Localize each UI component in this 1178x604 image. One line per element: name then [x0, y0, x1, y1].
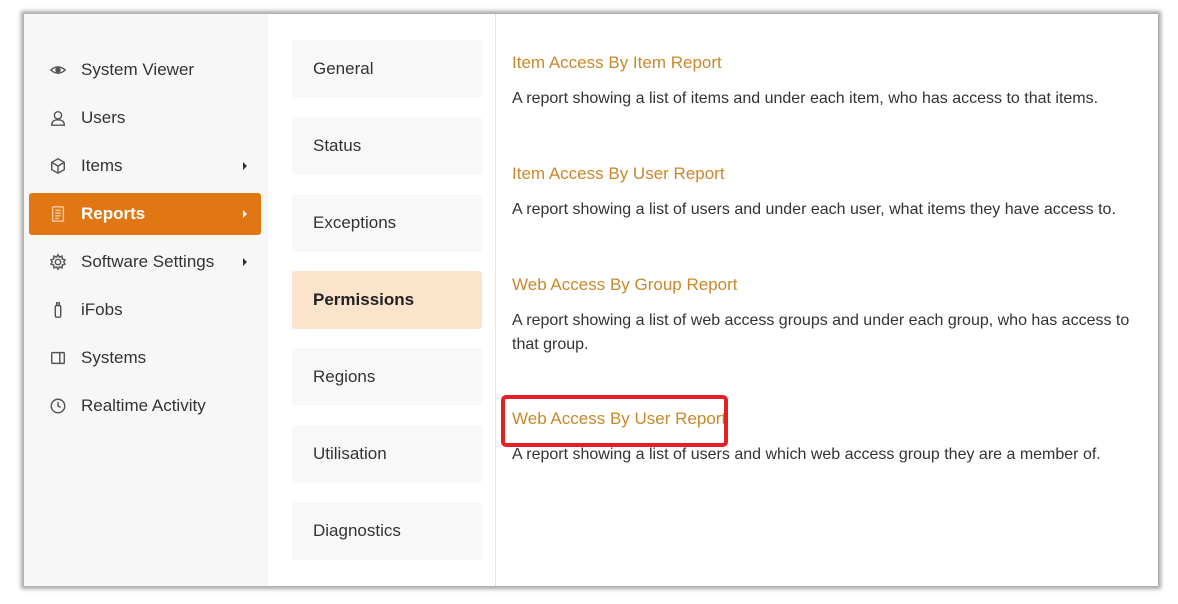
gear-icon	[48, 252, 68, 272]
report-description: A report showing a list of items and und…	[512, 90, 1099, 107]
sidebar-item-label: System Viewer	[81, 60, 195, 79]
tab-general[interactable]: General	[292, 40, 482, 98]
tab-exceptions[interactable]: Exceptions	[292, 194, 482, 252]
chevron-right-icon	[243, 258, 247, 266]
sidebar-item-ifobs[interactable]: iFobs	[29, 289, 261, 331]
cube-icon	[48, 156, 68, 176]
report-item: Web Access By Group Report A report show…	[512, 275, 1142, 357]
report-link-item-access-by-user[interactable]: Item Access By User Report	[512, 164, 725, 184]
tab-regions[interactable]: Regions	[292, 348, 482, 406]
sidebar-item-system-viewer[interactable]: System Viewer	[29, 49, 261, 91]
sidebar-item-label: Items	[81, 156, 123, 175]
sidebar-divider	[268, 14, 276, 586]
chevron-right-icon	[243, 210, 247, 218]
report-description: A report showing a list of users and und…	[512, 201, 1116, 218]
sidebar: System Viewer Users Items Reports Softwa…	[24, 14, 268, 586]
report-description: A report showing a list of users and whi…	[512, 446, 1101, 463]
sidebar-item-label: Software Settings	[81, 252, 215, 271]
sidebar-item-label: Systems	[81, 348, 147, 367]
clock-icon	[48, 396, 68, 416]
report-description: A report showing a list of web access gr…	[512, 312, 1130, 353]
eye-icon	[48, 60, 68, 80]
user-icon	[48, 108, 68, 128]
report-link-item-access-by-item[interactable]: Item Access By Item Report	[512, 53, 722, 73]
sidebar-item-realtime-activity[interactable]: Realtime Activity	[29, 385, 261, 427]
report-item: Web Access By User Report A report showi…	[501, 395, 1142, 467]
report-category-tabs: General Status Exceptions Permissions Re…	[276, 14, 496, 586]
sidebar-item-label: Users	[81, 108, 126, 127]
tab-utilisation[interactable]: Utilisation	[292, 425, 482, 483]
report-item: Item Access By User Report A report show…	[512, 164, 1142, 222]
chevron-right-icon	[243, 162, 247, 170]
sidebar-item-label: iFobs	[81, 300, 123, 319]
report-item: Item Access By Item Report A report show…	[512, 53, 1142, 111]
report-list: Item Access By Item Report A report show…	[501, 14, 1158, 586]
tab-status[interactable]: Status	[292, 117, 482, 175]
sidebar-item-label: Realtime Activity	[81, 396, 206, 415]
sidebar-item-label: Reports	[81, 204, 146, 223]
tab-permissions[interactable]: Permissions	[292, 271, 482, 329]
report-link-web-access-by-user[interactable]: Web Access By User Report	[512, 409, 726, 429]
sidebar-item-systems[interactable]: Systems	[29, 337, 261, 379]
sidebar-item-items[interactable]: Items	[29, 145, 261, 187]
report-link-web-access-by-group[interactable]: Web Access By Group Report	[512, 275, 738, 295]
sidebar-item-users[interactable]: Users	[29, 97, 261, 139]
window-icon	[48, 348, 68, 368]
sidebar-item-software-settings[interactable]: Software Settings	[29, 241, 261, 283]
tab-diagnostics[interactable]: Diagnostics	[292, 502, 482, 560]
app-window: System Viewer Users Items Reports Softwa…	[24, 14, 1158, 586]
report-icon	[48, 204, 68, 224]
sidebar-item-reports[interactable]: Reports	[29, 193, 261, 235]
fob-icon	[48, 300, 68, 320]
